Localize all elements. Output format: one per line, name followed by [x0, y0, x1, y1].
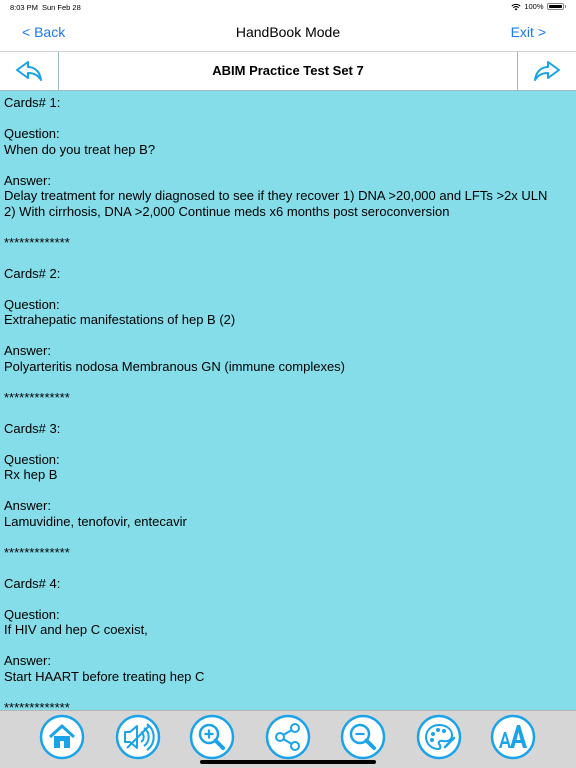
- answer-label: Answer:: [4, 343, 51, 358]
- nav-title: HandBook Mode: [235, 24, 341, 40]
- answer-text: Start HAART before treating hep C: [4, 668, 205, 684]
- answer-text: 2) With cirrhosis, DNA >2,000 Continue m…: [4, 203, 450, 219]
- card-3: Cards# 3: Question: Rx hep B Answer: Lam…: [4, 421, 572, 576]
- exit-button[interactable]: Exit >: [511, 24, 546, 40]
- zoom-in-icon: [189, 714, 235, 760]
- zoom-out-button[interactable]: [340, 714, 386, 760]
- handbook-content[interactable]: Cards# 1: Question: When do you treat he…: [0, 91, 576, 710]
- card-heading: Cards# 2:: [4, 265, 61, 281]
- share-button[interactable]: [265, 714, 311, 760]
- answer-label: Answer:: [4, 653, 51, 668]
- card-heading: Cards# 3:: [4, 420, 61, 436]
- battery-icon: [546, 3, 564, 10]
- home-indicator: [200, 760, 376, 764]
- palette-icon: [416, 714, 462, 760]
- undo-arrow-icon: [16, 61, 42, 81]
- wifi-icon: [511, 3, 521, 10]
- nav-bar: < Back HandBook Mode Exit >: [0, 14, 576, 52]
- question-text: If HIV and hep C coexist,: [4, 622, 148, 637]
- answer-text: Lamuvidine, tenofovir, entecavir: [4, 513, 187, 529]
- card-separator: *************: [4, 544, 70, 560]
- question-text: Rx hep B: [4, 467, 58, 482]
- card-separator: *************: [4, 234, 70, 250]
- answer-label: Answer:: [4, 172, 51, 188]
- card-1: Cards# 1: Question: When do you treat he…: [4, 95, 572, 266]
- card-heading: Cards# 1:: [4, 95, 61, 110]
- answer-text: Delay treatment for newly diagnosed to s…: [4, 188, 548, 203]
- speaker-icon: [115, 714, 161, 760]
- previous-button[interactable]: [0, 52, 59, 90]
- theme-button[interactable]: [416, 714, 462, 760]
- question-label: Question:: [4, 296, 60, 312]
- speaker-button[interactable]: [115, 714, 161, 760]
- answer-label: Answer:: [4, 498, 51, 513]
- card-separator: *************: [4, 389, 70, 405]
- card-4: Cards# 4: Question: If HIV and hep C coe…: [4, 576, 572, 711]
- question-label: Question:: [4, 451, 60, 467]
- card-heading: Cards# 4:: [4, 575, 61, 591]
- question-label: Question:: [4, 606, 60, 622]
- battery-tip: [564, 5, 566, 8]
- status-time: 8:03 PM: [10, 3, 38, 12]
- status-date: Sun Feb 28: [42, 3, 81, 12]
- redo-arrow-icon: [534, 61, 560, 81]
- battery-percent: 100%: [524, 2, 544, 11]
- status-right: 100%: [511, 2, 566, 11]
- question-text: Extrahepatic manifestations of hep B (2): [4, 312, 236, 327]
- set-title: ABIM Practice Test Set 7: [212, 63, 364, 78]
- answer-text: Polyarteritis nodosa Membranous GN (immu…: [4, 358, 346, 374]
- status-bar: 8:03 PM Sun Feb 28 100%: [0, 0, 576, 14]
- next-button[interactable]: [517, 52, 576, 90]
- font-button[interactable]: [490, 714, 536, 760]
- card-separator: *************: [4, 699, 70, 711]
- question-text: When do you treat hep B?: [4, 141, 156, 157]
- zoom-out-icon: [340, 714, 386, 760]
- question-label: Question:: [4, 126, 60, 141]
- home-icon: [39, 714, 85, 760]
- card-2: Cards# 2: Question: Extrahepatic manifes…: [4, 266, 572, 421]
- home-button[interactable]: [39, 714, 85, 760]
- set-title-bar: ABIM Practice Test Set 7: [0, 52, 576, 91]
- share-icon: [265, 714, 311, 760]
- font-icon: [490, 714, 536, 760]
- zoom-in-button[interactable]: [189, 714, 235, 760]
